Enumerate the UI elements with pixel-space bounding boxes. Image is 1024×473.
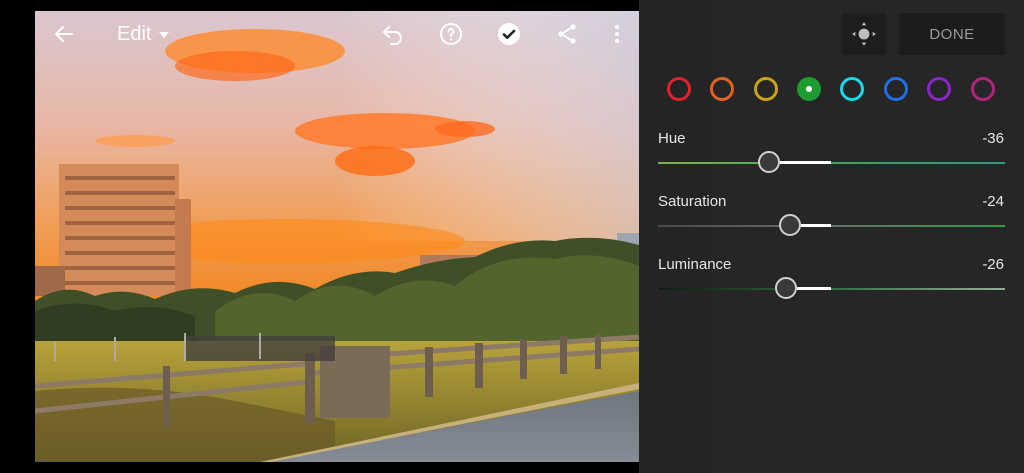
color-swatches [665, 77, 1009, 101]
share-icon[interactable] [552, 19, 582, 49]
checkmark-icon[interactable] [494, 19, 524, 49]
target-adjustment-button[interactable] [842, 13, 886, 55]
edit-mode-label: Edit [117, 22, 152, 45]
saturation-track[interactable] [658, 224, 1005, 227]
undo-icon[interactable] [378, 19, 408, 49]
hue-value: -36 [982, 130, 1004, 147]
saturation-label: Saturation [658, 193, 727, 210]
more-vertical-icon[interactable] [602, 19, 632, 49]
swatch-red[interactable] [667, 77, 691, 101]
swatch-orange[interactable] [710, 77, 734, 101]
luminance-value: -26 [982, 256, 1004, 273]
back-arrow-icon[interactable] [49, 19, 79, 49]
saturation-value: -24 [982, 193, 1004, 210]
luminance-track-fill [797, 287, 832, 290]
saturation-track-fill [800, 224, 832, 227]
photo-canvas[interactable] [35, 11, 639, 462]
hue-track[interactable] [658, 161, 1005, 164]
hue-track-fill [780, 161, 832, 164]
luminance-slider-row: Luminance -26 [658, 256, 1006, 302]
luminance-label: Luminance [658, 256, 732, 273]
landscape-photo [35, 11, 639, 462]
swatch-magenta[interactable] [971, 77, 995, 101]
chevron-down-icon [159, 32, 170, 38]
swatch-blue[interactable] [884, 77, 908, 101]
target-adjustment-icon [852, 22, 876, 46]
hue-thumb[interactable] [758, 151, 781, 173]
swatch-aqua[interactable] [840, 77, 864, 101]
edit-mode-dropdown[interactable]: Edit [117, 21, 170, 47]
saturation-slider-row: Saturation -24 [658, 193, 1006, 239]
hue-slider-row: Hue -36 [658, 130, 1006, 176]
swatch-purple[interactable] [927, 77, 951, 101]
help-icon[interactable] [436, 19, 466, 49]
done-button[interactable]: DONE [899, 13, 1005, 55]
luminance-thumb[interactable] [775, 277, 798, 299]
photo-toolbar: Edit [35, 11, 639, 57]
luminance-track[interactable] [658, 287, 1005, 290]
swatch-green[interactable] [797, 77, 821, 101]
saturation-thumb[interactable] [778, 214, 801, 236]
swatch-yellow[interactable] [754, 77, 778, 101]
selected-dot-icon [806, 86, 812, 92]
hue-label: Hue [658, 130, 686, 147]
